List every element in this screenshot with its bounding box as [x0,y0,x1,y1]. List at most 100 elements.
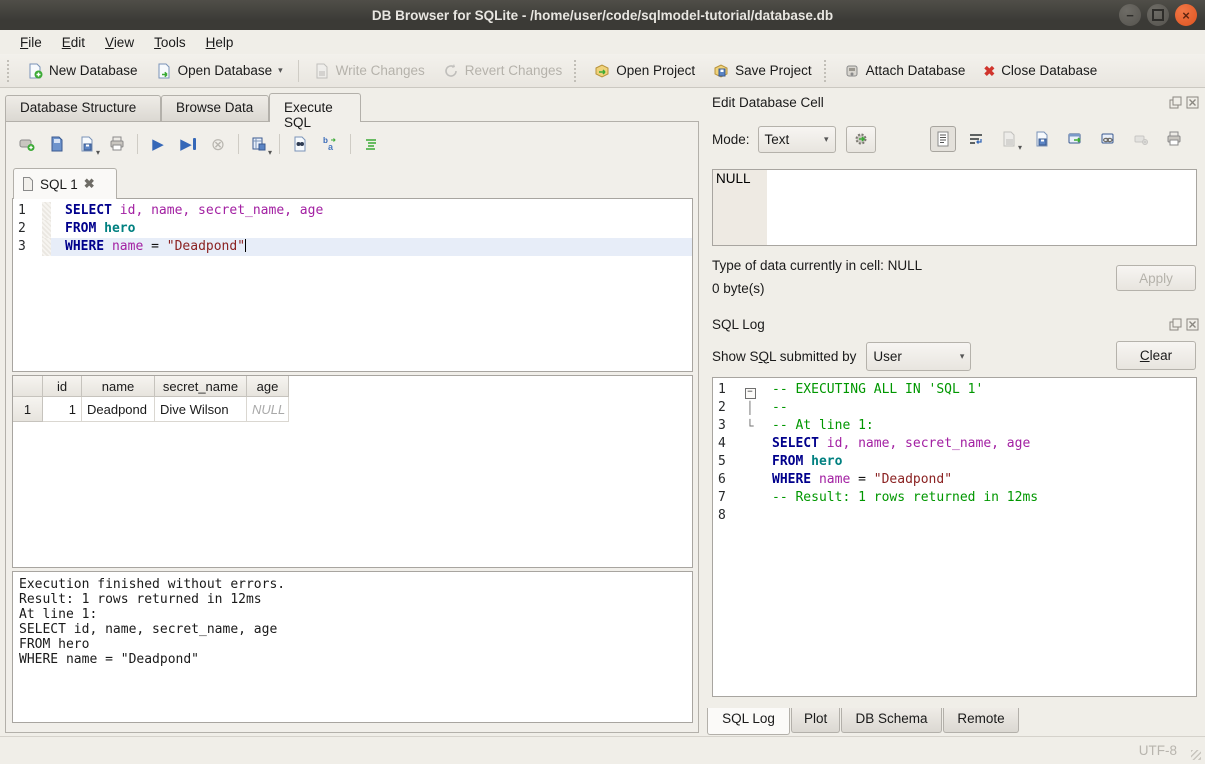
attach-database-button[interactable]: Attach Database [835,59,975,83]
mode-combobox[interactable]: Text ▾ [758,126,836,153]
clear-log-button[interactable]: Clear [1116,341,1196,370]
execute-line-button[interactable]: ▶ [175,131,201,157]
fold-margin[interactable] [742,471,758,489]
open-project-button[interactable]: Open Project [585,59,704,83]
text-cursor [245,239,246,252]
table-cell[interactable]: NULL [247,397,289,422]
table-cell[interactable]: Deadpond [82,397,155,422]
column-header-age[interactable]: age [247,376,289,397]
export-cell-data-button[interactable] [1029,126,1055,152]
code-text: FROM hero [758,453,1196,471]
stop-icon: ⊗ [211,136,225,153]
cell-value-editor[interactable]: NULL [712,169,1197,246]
open-database-dropdown-icon[interactable]: ▾ [278,66,283,75]
menu-tools[interactable]: Tools [144,33,196,52]
toolbar-handle[interactable] [574,60,582,82]
sql-log-line: 5FROM hero [713,453,1196,471]
fold-collapse-icon[interactable]: − [745,388,756,399]
toolbar-handle[interactable] [824,60,832,82]
save-project-button[interactable]: Save Project [704,59,821,83]
statusbar: UTF-8 [0,736,1205,764]
toolbar-handle[interactable] [7,60,15,82]
sql-log-title: SQL Log [712,317,765,332]
row-header[interactable]: 1 [13,397,43,422]
sql-log-line: 7-- Result: 1 rows returned in 12ms [713,489,1196,507]
save-results-button[interactable]: ▾ [246,131,272,157]
float-panel-icon[interactable] [1169,318,1182,331]
mode-label: Mode: [712,132,750,147]
float-panel-icon[interactable] [1169,96,1182,109]
execute-sql-panel: ▾ ▶ ▶ ⊗ ▾ ba SQL 1 ✖ 1SELECT id, name, s… [5,121,699,733]
close-icon: × [1182,8,1190,23]
tab-browse-data[interactable]: Browse Data [161,95,269,121]
copy-link-button[interactable] [1095,126,1121,152]
word-wrap-button[interactable] [963,126,989,152]
fold-margin[interactable] [742,435,758,453]
save-sql-file-button[interactable]: ▾ [74,131,100,157]
minimize-button[interactable]: − [1119,4,1141,26]
print-cell-button[interactable] [1161,126,1187,152]
find-button[interactable] [287,131,313,157]
format-sql-button[interactable] [358,131,384,157]
cell-edit-area[interactable] [767,170,1196,245]
line-number: 7 [713,489,742,507]
encoding-indicator[interactable]: UTF-8 [1139,743,1177,758]
gutter-separator [42,202,51,220]
find-icon [292,136,308,152]
dock-tab-db-schema[interactable]: DB Schema [841,708,942,733]
resize-grip[interactable] [1191,750,1201,760]
save-sql-dropdown-icon[interactable]: ▾ [96,149,100,157]
execute-all-button[interactable]: ▶ [145,131,171,157]
sql-editor[interactable]: 1SELECT id, name, secret_name, age2FROM … [12,198,693,372]
close-panel-icon[interactable] [1186,318,1199,331]
open-sql-file-button[interactable] [44,131,70,157]
dock-tab-sql-log[interactable]: SQL Log [707,708,790,735]
menubar: File Edit View Tools Help [0,30,1205,54]
print-sql-button[interactable] [104,131,130,157]
text-mode-button[interactable] [930,126,956,152]
table-cell[interactable]: Dive Wilson [155,397,247,422]
line-number: 3 [13,238,42,256]
auto-apply-button[interactable] [846,126,876,153]
set-null-button [1128,126,1154,152]
tab-database-structure[interactable]: Database Structure [5,95,161,121]
execution-message-box[interactable]: Execution finished without errors. Resul… [12,571,693,723]
fold-margin[interactable] [742,507,758,525]
fold-margin[interactable] [742,453,758,471]
column-header-id[interactable]: id [43,376,82,397]
tab-execute-sql[interactable]: Execute SQL [269,93,361,122]
dock-tab-plot[interactable]: Plot [791,708,840,733]
sql-document-tab[interactable]: SQL 1 ✖ [13,168,117,199]
column-header-secret_name[interactable]: secret_name [155,376,247,397]
menu-help[interactable]: Help [196,33,244,52]
table-corner-cell[interactable] [13,376,43,397]
fold-margin[interactable]: │ [742,399,758,417]
maximize-button[interactable] [1147,4,1169,26]
line-number: 2 [713,399,742,417]
svg-text:a: a [328,142,334,152]
fold-margin[interactable]: └ [742,417,758,435]
log-source-combobox[interactable]: User ▾ [866,342,971,371]
save-results-dropdown-icon[interactable]: ▾ [268,149,272,157]
dock-tab-remote[interactable]: Remote [943,708,1019,733]
close-sql-tab-icon[interactable]: ✖ [84,176,95,192]
new-sql-tab-button[interactable] [14,131,40,157]
open-in-external-button[interactable] [1062,126,1088,152]
close-database-button[interactable]: ✖ Close Database [974,59,1106,82]
find-replace-button[interactable]: ba [317,131,343,157]
column-header-name[interactable]: name [82,376,155,397]
new-database-button[interactable]: New Database [18,59,147,83]
sql-log-view[interactable]: 1−-- EXECUTING ALL IN 'SQL 1'2│--3└-- At… [712,377,1197,697]
results-table[interactable]: idnamesecret_nameage11DeadpondDive Wilso… [12,375,693,568]
table-cell[interactable]: 1 [43,397,82,422]
fold-margin[interactable] [742,489,758,507]
fold-margin[interactable]: − [742,381,758,399]
close-button[interactable]: × [1175,4,1197,26]
sql-log-line: 4SELECT id, name, secret_name, age [713,435,1196,453]
menu-view[interactable]: View [95,33,144,52]
menu-edit[interactable]: Edit [52,33,95,52]
menu-file[interactable]: File [10,33,52,52]
open-database-button[interactable]: Open Database ▾ [147,59,292,83]
close-panel-icon[interactable] [1186,96,1199,109]
export-icon [1034,131,1050,147]
